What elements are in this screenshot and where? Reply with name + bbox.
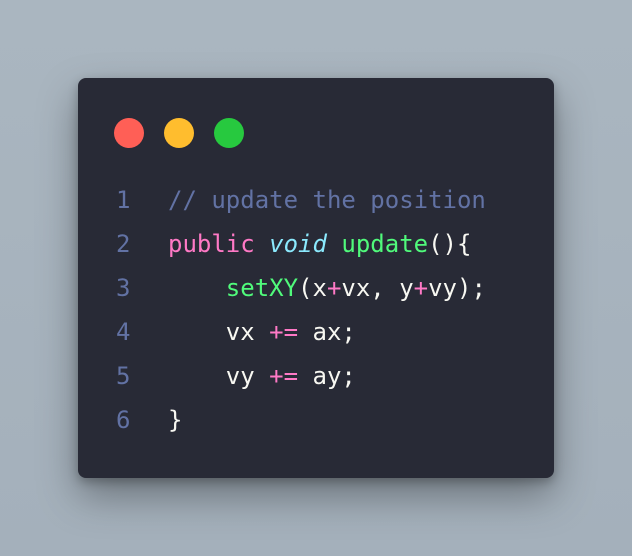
minimize-button[interactable] [164,118,194,148]
code-line: 5 vy += ay; [78,354,554,398]
code-token-plain: (){ [428,230,472,258]
code-token-op: + [413,274,429,302]
code-line: 1 // update the position [78,178,554,222]
line-source: } [168,398,182,442]
code-token-keyword: public [168,230,255,258]
maximize-button[interactable] [214,118,244,148]
code-token-plain: vx [168,318,270,346]
code-line: 4 vx += ax; [78,310,554,354]
code-window: 1 // update the position 2 public void upda… [78,78,554,478]
line-number: 5 [116,362,131,390]
code-token-type: void [269,230,327,258]
line-number: 3 [116,274,131,302]
line-source: vy += ay; [168,354,356,398]
code-token-op: += [269,362,299,390]
code-token-plain: vy [168,362,270,390]
code-line: 3 setXY(x+vx, y+vy); [78,266,554,310]
line-source: vx += ax; [168,310,356,354]
code-token-op: + [326,274,342,302]
code-block: 1 // update the position 2 public void upda… [78,178,554,442]
code-token-plain: vx, y [341,274,414,302]
code-token-plain: vy); [428,274,486,302]
code-token-func: setXY [225,274,299,302]
line-source: // update the position [168,178,486,222]
line-number: 2 [116,230,131,258]
code-token-plain: ax; [298,318,356,346]
close-button[interactable] [114,118,144,148]
code-token-op: += [269,318,299,346]
code-token-comment: // update the position [168,186,486,214]
line-number: 4 [116,318,131,346]
code-line: 2 public void update(){ [78,222,554,266]
code-token-plain: ay; [298,362,356,390]
code-token-plain: } [168,406,183,434]
line-number: 6 [116,406,131,434]
line-source: public void update(){ [168,222,471,266]
window-controls [114,118,244,148]
line-number: 1 [116,186,131,214]
line-source: setXY(x+vx, y+vy); [168,266,486,310]
code-line: 6} [78,398,554,442]
code-token-plain: (x [298,274,327,302]
code-token-func: update [341,230,429,258]
